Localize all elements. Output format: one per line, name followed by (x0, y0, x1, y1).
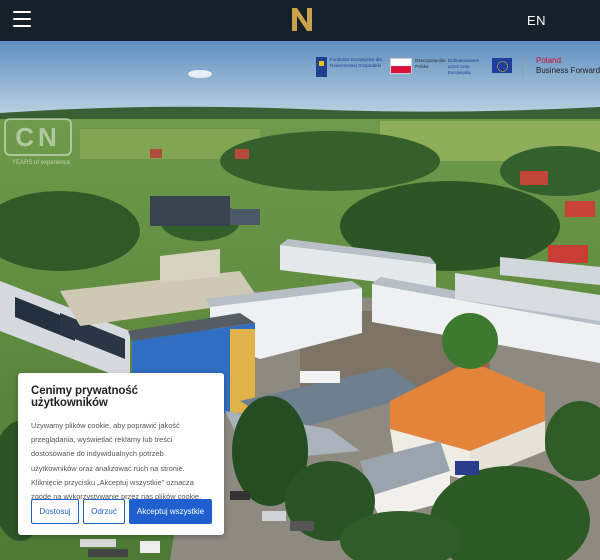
european-funds-icon (316, 57, 327, 77)
customize-button[interactable]: Dostosuj (31, 499, 79, 524)
cookie-body: Używamy plików cookie, aby poprawić jako… (31, 421, 202, 502)
poland-business-forward-logo: Poland. Business Forward (528, 55, 600, 79)
polish-republic-text: Rzeczpospolita Polska (415, 58, 446, 69)
poland-flag-icon (390, 58, 412, 74)
cookie-title: Cenimy prywatność użytkowników (31, 385, 138, 409)
eu-cofunded-logo: Dofinansowane przez Unię Europejską (448, 55, 512, 79)
pbf-line-1: Poland. (536, 56, 564, 65)
top-navigation-bar: EN (0, 0, 600, 41)
polish-republic-logo: Rzeczpospolita Polska (390, 55, 446, 79)
european-funds-text: Fundusze Europejskie dla Nowoczesnej Gos… (330, 57, 382, 68)
language-switch[interactable]: EN (527, 13, 546, 28)
reject-button[interactable]: Odrzuć (83, 499, 125, 524)
brand-logo-icon[interactable] (291, 7, 313, 32)
watermark-years: YEARS of experience (12, 160, 71, 166)
eu-cofunded-text: Dofinansowane przez Unię Europejską (448, 58, 480, 75)
company-watermark: CN YEARS of experience (4, 118, 76, 170)
accept-all-button[interactable]: Akceptuj wszystkie (129, 499, 212, 524)
hamburger-icon[interactable] (13, 11, 31, 28)
watermark-letters: CN (4, 118, 72, 156)
funding-logos: Fundusze Europejskie dla Nowoczesnej Gos… (316, 55, 600, 79)
pbf-line-2: Business Forward (536, 66, 600, 75)
european-funds-logo: Fundusze Europejskie dla Nowoczesnej Gos… (316, 55, 384, 79)
eu-flag-icon (492, 58, 512, 73)
cookie-consent-dialog: Cenimy prywatność użytkowników Używamy p… (18, 373, 224, 535)
logo-divider (522, 57, 523, 77)
